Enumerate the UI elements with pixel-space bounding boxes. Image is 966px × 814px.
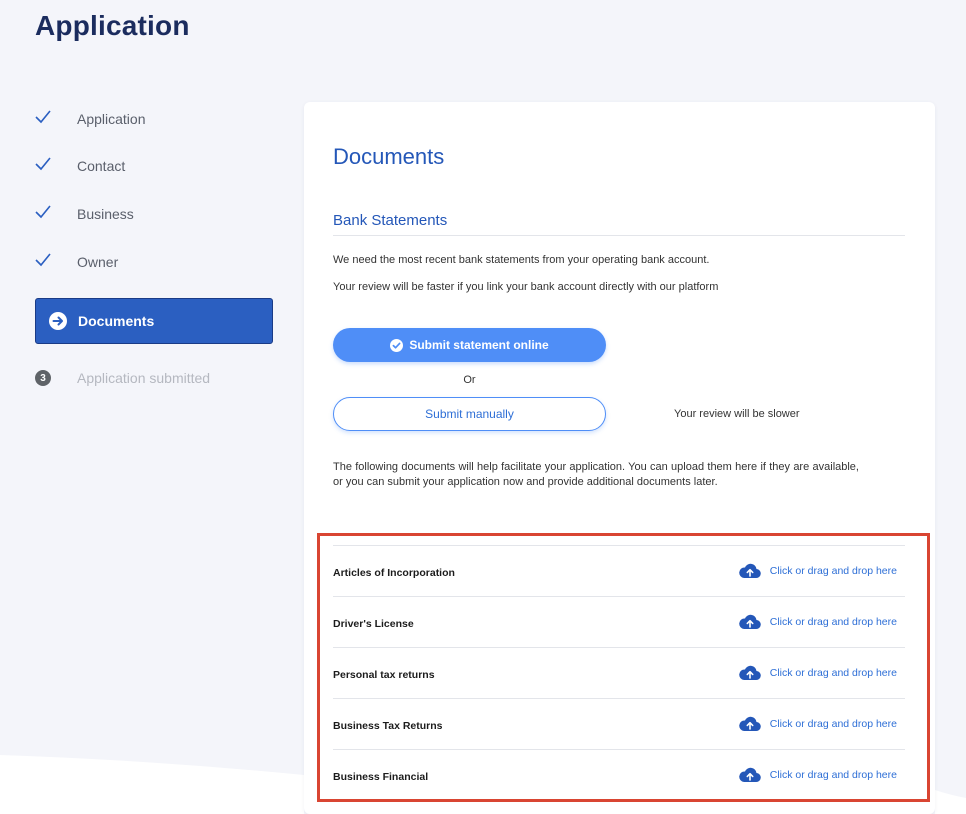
button-label: Submit manually	[425, 407, 514, 421]
document-row-drivers-license: Driver's License Click or drag and drop …	[333, 597, 905, 648]
upload-dropzone[interactable]: Click or drag and drop here	[738, 716, 905, 732]
bank-link-note: Your review will be faster if you link y…	[333, 281, 719, 293]
step-documents[interactable]: Documents	[35, 298, 273, 344]
cloud-upload-icon	[738, 614, 761, 630]
step-application[interactable]: Application	[35, 94, 273, 140]
page-title: Application	[35, 10, 190, 41]
document-upload-list: Articles of Incorporation Click or drag …	[333, 545, 905, 801]
cloud-upload-icon	[738, 665, 761, 681]
submit-statement-online-button[interactable]: Submit statement online	[333, 328, 606, 362]
upload-label: Click or drag and drop here	[769, 667, 897, 679]
step-label: Owner	[77, 254, 119, 270]
document-name: Personal tax returns	[333, 669, 435, 681]
bank-description: We need the most recent bank statements …	[333, 254, 710, 266]
upload-dropzone[interactable]: Click or drag and drop here	[738, 665, 905, 681]
document-row-business-financial: Business Financial Click or drag and dro…	[333, 750, 905, 801]
documents-intro: The following documents will help facili…	[333, 461, 859, 488]
step-application-submitted: 3 Application submitted	[35, 355, 273, 401]
step-label: Application submitted	[77, 370, 211, 386]
document-name: Articles of Incorporation	[333, 567, 455, 579]
check-icon	[35, 157, 77, 171]
document-row-articles-of-incorporation: Articles of Incorporation Click or drag …	[333, 546, 905, 597]
step-owner[interactable]: Owner	[35, 237, 273, 283]
slower-review-note: Your review will be slower	[674, 408, 800, 420]
document-row-business-tax-returns: Business Tax Returns Click or drag and d…	[333, 699, 905, 750]
bank-statements-title: Bank Statements	[333, 212, 905, 236]
cloud-upload-icon	[738, 716, 761, 732]
step-label: Documents	[78, 313, 155, 329]
document-row-personal-tax-returns: Personal tax returns Click or drag and d…	[333, 648, 905, 699]
document-name: Driver's License	[333, 618, 414, 630]
step-label: Business	[77, 206, 134, 222]
document-name: Business Financial	[333, 771, 429, 783]
card-title: Documents	[333, 144, 445, 169]
upload-dropzone[interactable]: Click or drag and drop here	[738, 614, 905, 630]
or-separator: Or	[463, 374, 476, 386]
step-contact[interactable]: Contact	[35, 141, 273, 187]
upload-label: Click or drag and drop here	[769, 616, 897, 628]
upload-dropzone[interactable]: Click or drag and drop here	[738, 767, 905, 783]
upload-label: Click or drag and drop here	[769, 718, 897, 730]
submit-manually-button[interactable]: Submit manually	[333, 397, 606, 431]
upload-label: Click or drag and drop here	[769, 769, 897, 781]
check-icon	[35, 110, 77, 124]
step-business[interactable]: Business	[35, 189, 273, 235]
documents-card: Documents Bank Statements We need the mo…	[304, 102, 935, 814]
step-label: Contact	[77, 158, 126, 174]
cloud-upload-icon	[738, 767, 761, 783]
check-icon	[35, 253, 77, 267]
step-label: Application	[77, 111, 146, 127]
arrow-right-circle-icon	[36, 312, 78, 330]
step-number-badge: 3	[35, 370, 51, 386]
button-label: Submit statement online	[409, 338, 549, 352]
check-icon	[35, 205, 77, 219]
check-circle-icon	[390, 338, 404, 352]
document-name: Business Tax Returns	[333, 720, 443, 732]
upload-label: Click or drag and drop here	[769, 565, 897, 577]
cloud-upload-icon	[738, 563, 761, 579]
upload-dropzone[interactable]: Click or drag and drop here	[738, 563, 905, 579]
